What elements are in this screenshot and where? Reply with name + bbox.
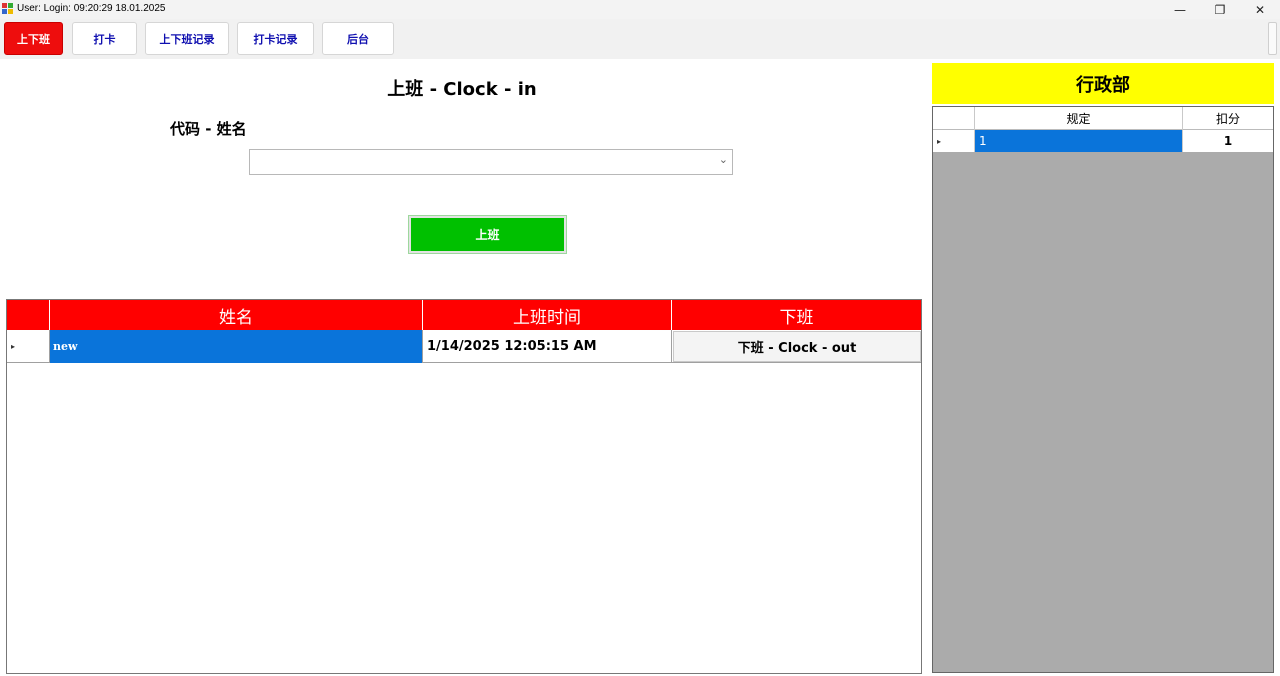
tab-shift-records[interactable]: 上下班记录 — [145, 22, 229, 55]
table-header: 姓名 上班时间 下班 — [7, 300, 921, 330]
row-pointer-icon: ▸ — [937, 136, 942, 146]
column-header-clock-out[interactable]: 下班 — [672, 300, 921, 330]
minimize-icon: — — [1174, 2, 1186, 17]
close-icon: ✕ — [1254, 2, 1266, 17]
cell-clock-in-time[interactable]: 1/14/2025 12:05:15 AM — [423, 330, 672, 363]
column-header-points[interactable]: 扣分 — [1183, 107, 1273, 130]
close-button[interactable]: ✕ — [1240, 0, 1280, 19]
tab-admin[interactable]: 后台 — [322, 22, 394, 55]
toolbar: 上下班 打卡 上下班记录 打卡记录 后台 — [0, 19, 1280, 59]
rules-table: 规定 扣分 ▸ 1 1 — [932, 106, 1274, 673]
restore-button[interactable]: ❐ — [1200, 0, 1240, 19]
tab-punch[interactable]: 打卡 — [72, 22, 137, 55]
row-pointer-icon: ▸ — [11, 342, 16, 351]
column-header-clock-in-time[interactable]: 上班时间 — [423, 300, 672, 330]
clock-in-button[interactable]: 上班 — [408, 215, 567, 254]
window-title: User: Login: 09:20:29 18.01.2025 — [17, 3, 166, 14]
page-title: 上班 - Clock - in — [387, 79, 537, 100]
column-header-rule[interactable]: 规定 — [975, 107, 1183, 130]
rules-row-selector[interactable]: ▸ — [933, 130, 975, 152]
row-header-corner — [7, 300, 50, 330]
attendance-table: 姓名 上班时间 下班 ▸ new 1/14/2025 12:05:15 AM 下… — [6, 299, 922, 674]
row-selector[interactable]: ▸ — [7, 330, 50, 363]
table-row[interactable]: ▸ 1 1 — [933, 130, 1273, 152]
cell-employee-name[interactable]: new — [50, 330, 423, 363]
rules-table-header: 规定 扣分 — [933, 107, 1273, 130]
tab-punch-records[interactable]: 打卡记录 — [237, 22, 314, 55]
clock-out-button[interactable]: 下班 - Clock - out — [673, 331, 921, 362]
cell-rule[interactable]: 1 — [975, 130, 1183, 152]
column-header-name[interactable]: 姓名 — [50, 300, 423, 330]
cell-points[interactable]: 1 — [1183, 130, 1273, 152]
app-icon — [2, 3, 14, 15]
restore-icon: ❐ — [1214, 2, 1226, 17]
table-row[interactable]: ▸ new 1/14/2025 12:05:15 AM 下班 - Clock -… — [7, 330, 921, 363]
tab-clock-in-out[interactable]: 上下班 — [4, 22, 63, 55]
title-bar: User: Login: 09:20:29 18.01.2025 — ❐ ✕ — [0, 0, 1280, 19]
department-title: 行政部 — [932, 63, 1274, 104]
rules-header-corner — [933, 107, 975, 130]
employee-select[interactable]: ⌄ — [249, 149, 733, 175]
minimize-button[interactable]: — — [1160, 0, 1200, 19]
code-name-label: 代码 - 姓名 — [170, 120, 247, 138]
chevron-down-icon: ⌄ — [718, 153, 728, 166]
toolbar-scroll-handle[interactable] — [1268, 22, 1277, 55]
